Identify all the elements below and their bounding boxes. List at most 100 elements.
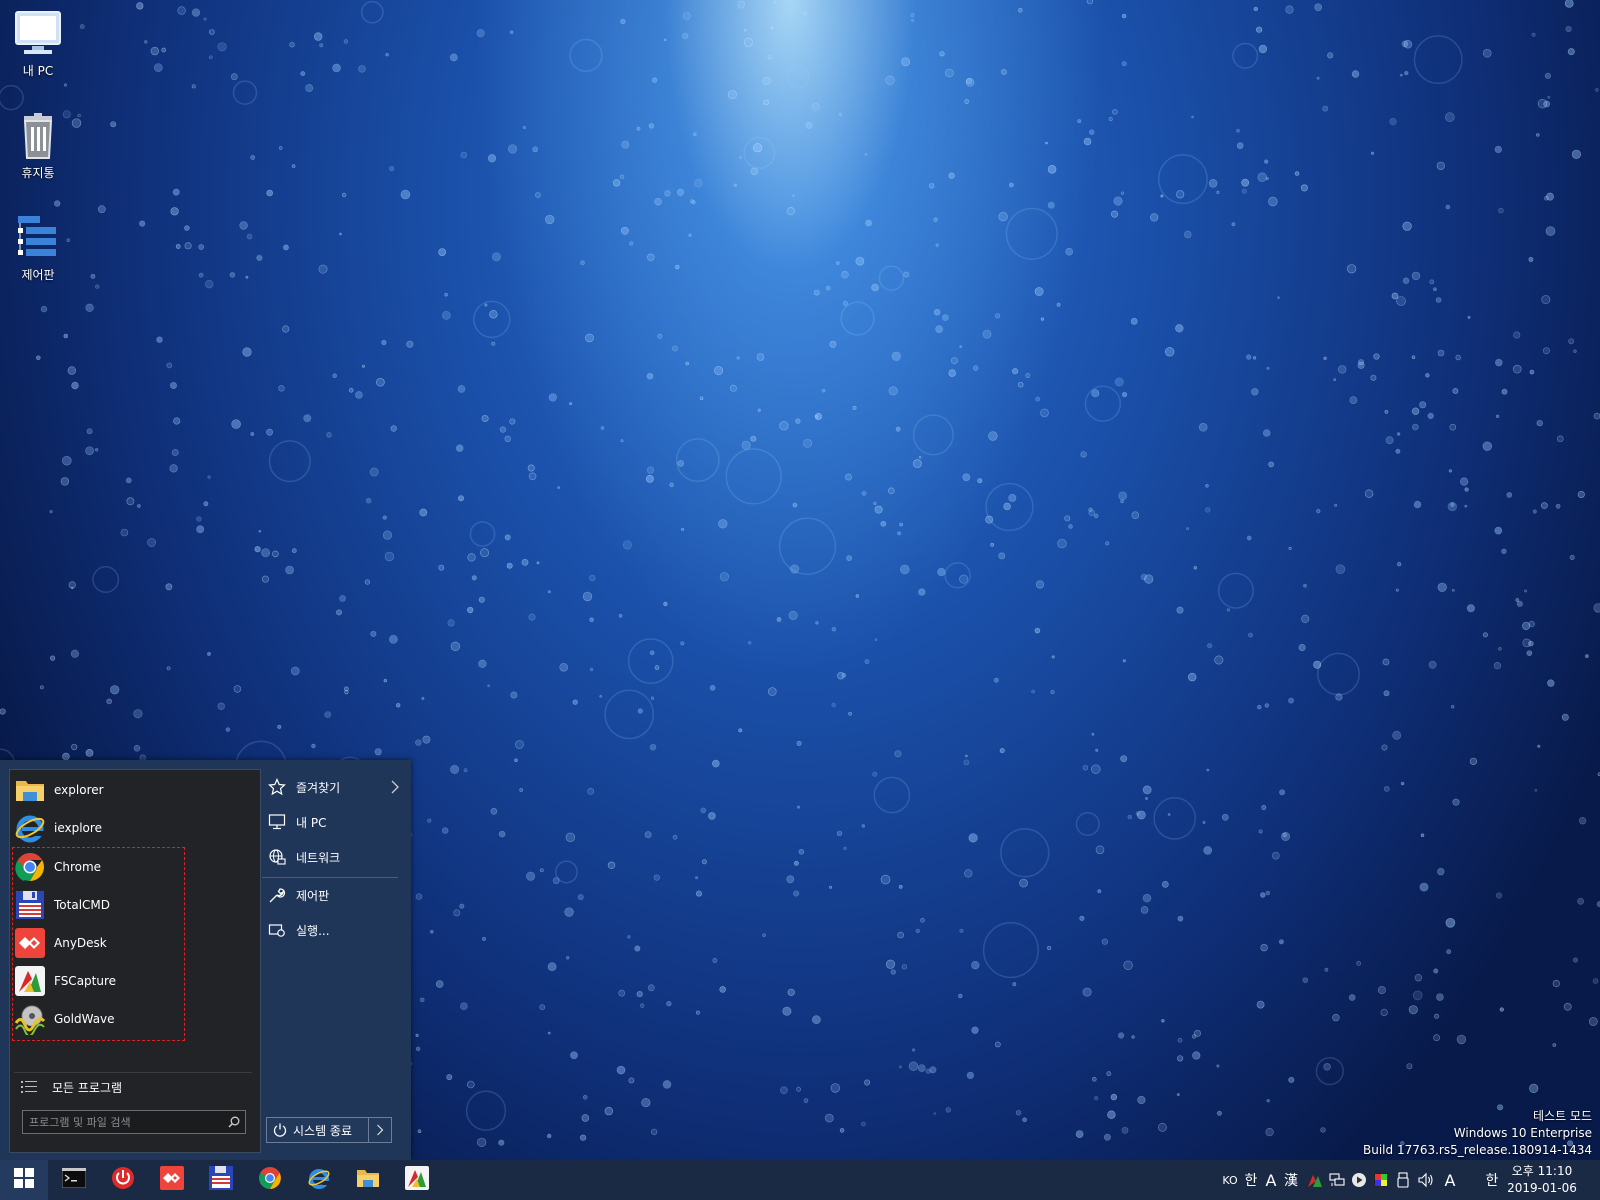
app-item-explorer[interactable]: explorer xyxy=(14,772,254,808)
watermark-line2: Windows 10 Enterprise xyxy=(1453,1126,1592,1140)
wallpaper-bubble xyxy=(1482,441,1493,451)
taskbar-chrome[interactable] xyxy=(246,1160,294,1200)
tray-network-icon[interactable] xyxy=(1328,1170,1346,1190)
wallpaper-bubble xyxy=(40,305,48,313)
wallpaper-ring xyxy=(569,38,603,73)
anydesk-icon xyxy=(14,927,46,959)
wallpaper-bubble xyxy=(1279,789,1286,796)
wallpaper-bubble xyxy=(547,962,557,972)
wallpaper-bubble xyxy=(796,805,801,809)
wallpaper-bubble xyxy=(1541,502,1548,509)
wallpaper-bubble xyxy=(701,859,707,865)
wallpaper-bubble xyxy=(1464,487,1469,492)
wallpaper-bubble xyxy=(406,340,414,348)
app-item-totalcmd[interactable]: TotalCMD xyxy=(14,887,254,923)
wallpaper-bubble xyxy=(85,749,94,757)
search-icon[interactable] xyxy=(223,1116,245,1128)
wallpaper-bubble xyxy=(1412,423,1419,431)
wallpaper-bubble xyxy=(898,1065,902,1069)
taskbar-power[interactable] xyxy=(99,1160,147,1200)
wallpaper-bubble xyxy=(1050,690,1055,695)
wallpaper-bubble xyxy=(484,303,488,307)
wallpaper-bubble xyxy=(1093,1095,1099,1101)
desktop-icon-control-panel[interactable]: 제어판 xyxy=(3,214,73,283)
wallpaper-bubble xyxy=(324,711,332,718)
wallpaper-bubble xyxy=(1522,638,1532,648)
taskbar-iexplore[interactable] xyxy=(295,1160,343,1200)
shutdown-options-button[interactable] xyxy=(368,1118,391,1142)
taskbar-clock[interactable]: 오후 11:10 2019-01-06 xyxy=(1502,1163,1582,1197)
wallpaper-bubble xyxy=(694,876,699,880)
tray-fscapture-icon[interactable] xyxy=(1306,1170,1324,1190)
taskbar-fscapture[interactable] xyxy=(393,1160,441,1200)
wallpaper-bubble xyxy=(1123,960,1133,970)
wallpaper-bubble xyxy=(647,253,655,261)
wallpaper-bubble xyxy=(477,1137,487,1147)
taskbar-anydesk[interactable] xyxy=(148,1160,196,1200)
wallpaper-bubble xyxy=(737,0,745,9)
wallpaper-bubble xyxy=(1082,987,1092,997)
app-item-fscapture[interactable]: FSCapture xyxy=(14,963,254,999)
taskbar-cmd[interactable] xyxy=(50,1160,98,1200)
wallpaper-bubble xyxy=(1035,396,1041,402)
app-label: TotalCMD xyxy=(54,898,110,912)
wallpaper-bubble xyxy=(191,84,196,89)
wallpaper-bubble xyxy=(291,548,297,554)
app-item-chrome[interactable]: Chrome xyxy=(14,849,254,885)
start-item-my-pc[interactable]: 내 PC xyxy=(268,807,402,837)
wallpaper-bubble xyxy=(959,345,963,349)
wallpaper-bubble xyxy=(528,613,536,621)
tray-ime-alpha[interactable]: A xyxy=(1262,1170,1280,1190)
app-label: iexplore xyxy=(54,821,102,835)
wallpaper-bubble xyxy=(841,270,849,279)
app-item-goldwave[interactable]: GoldWave xyxy=(14,1001,254,1037)
tray-ime-hangul-2[interactable]: 한 xyxy=(1482,1170,1502,1190)
search-input[interactable] xyxy=(23,1114,223,1130)
wallpaper-bubble xyxy=(649,650,655,656)
wallpaper-bubble xyxy=(1120,499,1124,504)
tray-ime-hanja[interactable]: 漢 xyxy=(1282,1170,1300,1190)
wallpaper-bubble xyxy=(910,13,915,18)
wallpaper-bubble xyxy=(901,57,910,67)
internet-explorer-icon xyxy=(14,812,46,844)
wallpaper-bubble xyxy=(871,283,879,292)
tray-volume-icon[interactable] xyxy=(1416,1170,1436,1190)
power-icon xyxy=(267,1123,293,1137)
taskbar-explorer[interactable] xyxy=(344,1160,392,1200)
windows-logo-icon xyxy=(14,1168,34,1192)
wallpaper-bubble xyxy=(694,179,703,188)
taskbar-totalcmd[interactable] xyxy=(197,1160,245,1200)
wallpaper-bubble xyxy=(491,341,496,346)
wallpaper-bubble xyxy=(467,553,476,562)
tray-ime-hangul[interactable]: 한 xyxy=(1242,1170,1260,1190)
wallpaper-bubble xyxy=(993,677,999,683)
tray-usb-icon[interactable] xyxy=(1394,1170,1412,1190)
wallpaper-bubble xyxy=(1025,373,1031,378)
desktop: 내 PC 휴지통 제어판 테스트 모드 Windows 10 Enterpris… xyxy=(0,0,1600,1200)
start-item-control-panel[interactable]: 제어판 xyxy=(268,880,402,910)
wallpaper-bubble xyxy=(966,1071,975,1080)
app-item-anydesk[interactable]: AnyDesk xyxy=(14,925,254,961)
tray-language[interactable]: KO xyxy=(1220,1170,1240,1190)
tray-display-icon[interactable] xyxy=(1372,1170,1390,1190)
start-button[interactable] xyxy=(0,1160,48,1200)
tray-media-player-icon[interactable] xyxy=(1350,1170,1368,1190)
wallpaper-ring xyxy=(1217,572,1254,609)
start-item-run[interactable]: 실행... xyxy=(268,915,402,945)
app-item-iexplore[interactable]: iexplore xyxy=(14,810,254,846)
all-programs-button[interactable]: 모든 프로그램 xyxy=(14,1072,252,1101)
wallpaper-bubble xyxy=(415,893,423,900)
wallpaper-bubble xyxy=(1464,504,1468,508)
wallpaper-bubble xyxy=(1017,8,1023,13)
start-item-favorites[interactable]: 즐겨찾기 xyxy=(268,772,402,802)
recycle-bin-icon xyxy=(14,112,62,160)
wallpaper-bubble xyxy=(864,152,868,156)
shutdown-button[interactable]: 시스템 종료 xyxy=(266,1117,392,1143)
wallpaper-bubble xyxy=(1433,1034,1440,1042)
desktop-icon-my-pc[interactable]: 내 PC xyxy=(3,10,73,79)
wallpaper-bubble xyxy=(311,743,316,749)
wallpaper-bubble xyxy=(1384,786,1390,792)
start-item-network[interactable]: 네트워크 xyxy=(268,842,402,872)
desktop-icon-recycle-bin[interactable]: 휴지통 xyxy=(3,112,73,181)
tray-ime-alpha-2[interactable]: A xyxy=(1440,1170,1460,1190)
